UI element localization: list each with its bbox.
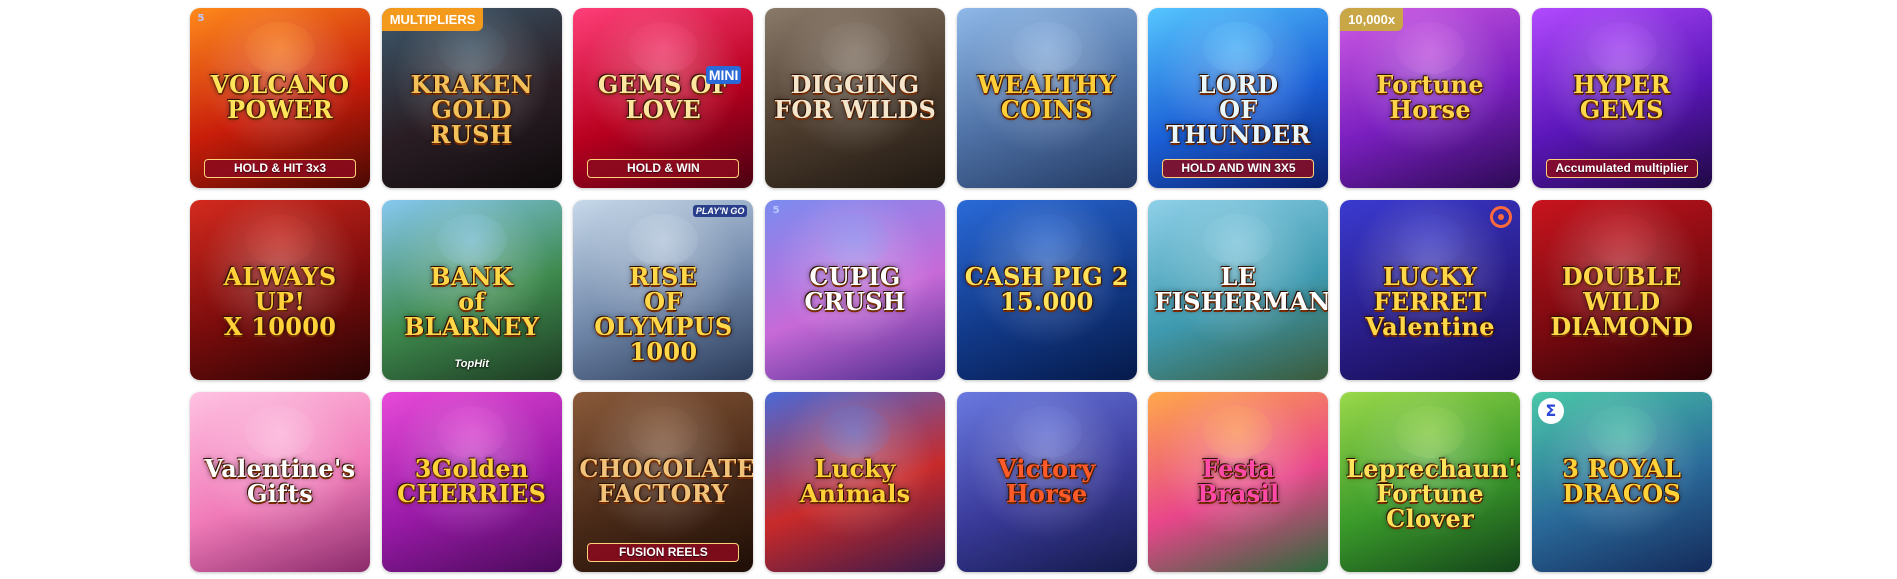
game-subtitle: HOLD & WIN <box>587 159 740 178</box>
game-title: Festa Brasil <box>1197 454 1280 508</box>
game-subtitle: HOLD & HIT 3x3 <box>204 159 356 178</box>
game-grid: VOLCANO POWER HOLD & HIT 3x3 5 KRAKEN GOLD … <box>190 8 1712 572</box>
game-title: Valentine's Gifts <box>204 454 356 508</box>
game-tile[interactable]: GEMS OF LOVE HOLD & WIN MINI <box>573 8 754 188</box>
game-tile[interactable]: KRAKEN GOLD RUSH MULTIPLIERS <box>381 8 562 188</box>
game-subtitle: Accumulated multiplier <box>1545 159 1698 178</box>
game-tile[interactable]: Leprechaun's Fortune Clover <box>1340 392 1521 572</box>
game-tile[interactable]: CUPIG CRUSH 5 <box>765 200 946 380</box>
ring-icon <box>1490 206 1513 228</box>
game-subtitle: FUSION REELS <box>587 543 740 562</box>
provider-brand: TopHit <box>454 358 489 370</box>
game-title: LORD OF THUNDER <box>1166 70 1311 149</box>
play-n-go-icon: PLAY'N GO <box>692 205 748 217</box>
game-title: Leprechaun's Fortune Clover <box>1346 454 1521 533</box>
five-icon: 5 <box>197 13 205 24</box>
game-tile[interactable]: WEALTHY COINS <box>956 8 1137 188</box>
game-tile[interactable]: Fortune Horse 10,000x <box>1340 8 1521 188</box>
game-title: CUPIG CRUSH <box>804 262 906 316</box>
game-badge: MULTIPLIERS <box>381 8 484 31</box>
game-tile[interactable]: Valentine's Gifts <box>190 392 370 572</box>
game-tile[interactable]: ALWAYS UP! X 10000 <box>190 200 370 380</box>
game-tile[interactable]: VOLCANO POWER HOLD & HIT 3x3 5 <box>190 8 370 188</box>
game-title: CASH PIG 2 15.000 <box>964 262 1129 316</box>
game-tile[interactable]: RISE OF OLYMPUS 1000 PLAY'N GO <box>573 200 754 380</box>
game-title: DOUBLE WILD DIAMOND <box>1550 262 1694 341</box>
game-tile[interactable]: HYPER GEMS Accumulated multiplier <box>1531 8 1712 188</box>
game-tile[interactable]: 3 ROYAL DRACOS Σ <box>1531 392 1712 572</box>
game-title: LUCKY FERRET Valentine <box>1365 262 1495 341</box>
game-title: HYPER GEMS <box>1573 70 1671 124</box>
game-title: WEALTHY COINS <box>977 70 1117 124</box>
game-tile[interactable]: CASH PIG 2 15.000 <box>956 200 1137 380</box>
game-tile[interactable]: Lucky Animals <box>765 392 946 572</box>
game-badge: 10,000x <box>1340 8 1404 31</box>
game-tile[interactable]: Festa Brasil <box>1148 392 1329 572</box>
game-tile[interactable]: LE FISHERMAN <box>1148 200 1329 380</box>
game-title: KRAKEN GOLD RUSH <box>410 70 533 149</box>
game-title: BANK of BLARNEY <box>404 262 540 341</box>
game-title: 3 ROYAL DRACOS <box>1562 454 1682 508</box>
game-tile[interactable]: DOUBLE WILD DIAMOND <box>1531 200 1712 380</box>
game-tile[interactable]: DIGGING FOR WILDS <box>765 8 946 188</box>
game-tile[interactable]: BANK of BLARNEY TopHit <box>381 200 562 380</box>
game-title: CHOCOLATE FACTORY <box>579 454 754 508</box>
game-title: RISE OF OLYMPUS 1000 <box>594 262 733 366</box>
game-title: Victory Horse <box>997 454 1096 508</box>
game-tile[interactable]: LORD OF THUNDER HOLD AND WIN 3X5 <box>1148 8 1329 188</box>
game-title: VOLCANO POWER <box>210 70 350 124</box>
game-title: LE FISHERMAN <box>1154 262 1329 316</box>
game-title: DIGGING FOR WILDS <box>773 70 937 124</box>
five-icon: 5 <box>772 205 780 216</box>
game-subtitle: HOLD AND WIN 3X5 <box>1162 159 1315 178</box>
provider-swirl-icon: Σ <box>1537 398 1564 424</box>
game-title: ALWAYS UP! X 10000 <box>223 262 337 341</box>
game-tile[interactable]: Victory Horse <box>956 392 1137 572</box>
game-tile[interactable]: 3Golden CHERRIES <box>381 392 562 572</box>
game-tile[interactable]: CHOCOLATE FACTORY FUSION REELS <box>573 392 754 572</box>
game-tile[interactable]: LUCKY FERRET Valentine <box>1340 200 1521 380</box>
jackpot-mini-icon: MINI <box>705 66 742 84</box>
game-title: 3Golden CHERRIES <box>397 454 547 508</box>
game-title: Fortune Horse <box>1376 70 1484 124</box>
game-title: Lucky Animals <box>799 454 911 508</box>
